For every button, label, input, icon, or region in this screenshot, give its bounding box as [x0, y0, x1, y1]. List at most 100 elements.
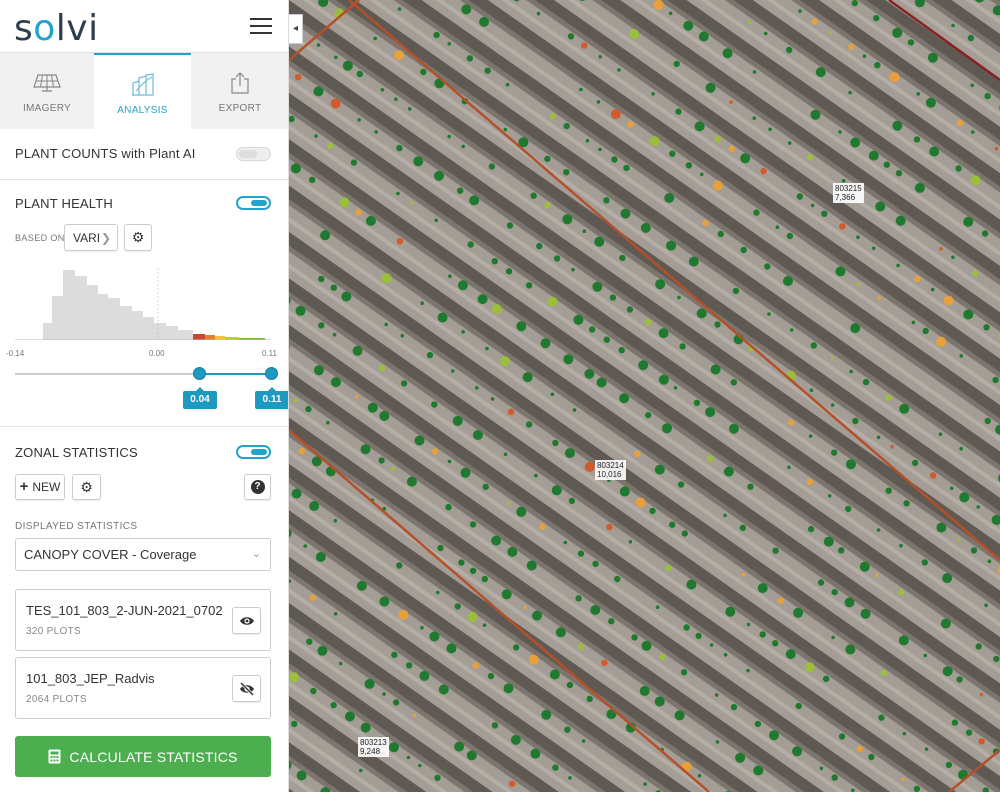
vegetation-pixel	[856, 235, 860, 239]
vegetation-pixel	[939, 247, 943, 251]
plant-counts-toggle[interactable]	[236, 147, 271, 161]
collapse-sidebar-button[interactable]: ◂	[289, 14, 303, 44]
vegetation-pixel	[398, 609, 409, 620]
vegetation-pixel	[629, 29, 640, 40]
vegetation-pixel	[725, 606, 736, 617]
index-value: VARI	[73, 230, 101, 245]
vegetation-pixel	[406, 476, 417, 487]
vegetation-pixel	[895, 170, 903, 177]
vegetation-pixel	[940, 618, 951, 629]
zone-layer-card[interactable]: TES_101_803_2-JUN-2021_0702 320 PLOTS	[15, 589, 271, 651]
vegetation-pixel	[688, 256, 699, 267]
range-slider-selection	[199, 373, 271, 375]
vegetation-pixel	[466, 750, 477, 761]
vegetation-pixel	[507, 546, 518, 557]
vegetation-pixel	[563, 354, 574, 365]
eye-slash-icon	[239, 681, 254, 696]
vegetation-pixel	[635, 497, 646, 508]
vegetation-pixel	[510, 734, 521, 745]
vegetation-pixel	[845, 644, 856, 655]
vegetation-pixel	[976, 505, 980, 509]
help-button[interactable]: ?	[244, 474, 271, 500]
vegetation-pixel	[566, 681, 574, 689]
plot-id: 803213	[360, 738, 387, 747]
vegetation-pixel	[965, 729, 973, 736]
zonal-statistics-toggle[interactable]	[236, 445, 271, 459]
vegetation-pixel	[563, 540, 568, 545]
vegetation-pixel	[838, 547, 845, 554]
plot-label[interactable]: 803213 9,248	[358, 737, 389, 757]
visibility-toggle-button[interactable]	[232, 607, 261, 634]
vegetation-pixel	[503, 127, 508, 132]
vegetation-pixel	[491, 258, 498, 265]
new-zone-button[interactable]: + NEW	[15, 474, 65, 500]
displayed-statistics-select[interactable]: CANOPY COVER - Coverage ⌄	[15, 538, 271, 571]
vegetation-pixel	[852, 417, 859, 425]
vegetation-pixel	[318, 275, 325, 283]
vegetation-pixel	[793, 607, 804, 618]
vegetation-pixel	[936, 336, 947, 347]
vegetation-pixel	[984, 417, 991, 425]
plant-health-toggle[interactable]	[236, 196, 271, 210]
vegetation-pixel	[611, 156, 618, 163]
plot-label[interactable]: 803214 10,016	[595, 460, 626, 480]
displayed-statistics-value: CANOPY COVER - Coverage	[24, 547, 197, 562]
vegetation-pixel	[681, 530, 688, 537]
vegetation-pixel	[475, 386, 479, 390]
vegetation-pixel	[638, 360, 649, 371]
vegetation-pixel	[291, 720, 298, 728]
index-selector[interactable]: VARI ❯	[64, 224, 118, 251]
vegetation-pixel	[752, 116, 756, 120]
vegetation-pixel	[914, 182, 925, 193]
tab-imagery[interactable]: IMAGERY	[0, 53, 94, 129]
vegetation-pixel	[503, 683, 514, 694]
vegetation-pixel	[804, 662, 815, 673]
axis-tick-min: -0.14	[6, 349, 25, 358]
plot-label[interactable]: 803215 7,366	[833, 183, 864, 203]
vegetation-pixel	[594, 236, 605, 247]
vegetation-pixel	[396, 191, 400, 196]
vegetation-pixel	[850, 137, 861, 148]
vegetation-pixel	[316, 43, 321, 47]
vegetation-pixel	[626, 306, 634, 313]
vegetation-pixel	[454, 603, 461, 610]
hamburger-menu-icon[interactable]	[250, 18, 272, 34]
vegetation-pixel	[447, 134, 451, 139]
vegetation-pixel	[429, 631, 440, 642]
orthomosaic-image	[289, 0, 1000, 792]
vegetation-pixel	[619, 393, 630, 404]
vegetation-pixel	[705, 82, 716, 93]
vegetation-pixel	[525, 421, 533, 428]
range-handle-high[interactable]	[265, 367, 278, 380]
vegetation-pixel	[876, 528, 881, 532]
vegetation-pixel	[955, 165, 962, 172]
vegetation-pixel	[811, 18, 819, 25]
vegetation-pixel	[434, 218, 438, 223]
health-settings-button[interactable]: ⚙	[124, 224, 152, 251]
vegetation-pixel	[431, 448, 439, 455]
vegetation-pixel	[984, 92, 991, 100]
vegetation-pixel	[914, 275, 921, 283]
vegetation-pixel	[723, 513, 727, 518]
calculate-statistics-button[interactable]: CALCULATE STATISTICS	[15, 736, 271, 777]
zonal-settings-button[interactable]: ⚙	[72, 474, 101, 500]
vegetation-pixel	[767, 312, 771, 316]
tab-export[interactable]: EXPORT	[191, 53, 288, 129]
vegetation-pixel	[714, 693, 719, 697]
map-view[interactable]: 803215 7,366 803214 10,016 803213 9,248	[289, 0, 1000, 792]
range-handle-low[interactable]	[193, 367, 206, 380]
visibility-toggle-button[interactable]	[232, 675, 261, 702]
tab-analysis[interactable]: ANALYSIS	[94, 53, 191, 129]
vegetation-pixel	[289, 672, 299, 683]
vegetation-pixel	[759, 631, 766, 638]
vegetation-pixel	[617, 68, 621, 72]
vegetation-pixel	[783, 276, 793, 286]
zone-layer-card[interactable]: 101_803_JEP_Radvis 2064 PLOTS	[15, 657, 271, 719]
vegetation-pixel	[654, 464, 665, 475]
vegetation-pixel	[365, 215, 376, 226]
vegetation-pixel	[902, 731, 907, 736]
vegetation-pixel	[360, 722, 371, 733]
vegetation-pixel	[317, 645, 328, 656]
vegetation-pixel	[949, 486, 954, 491]
zone-layer-plot-count: 2064 PLOTS	[26, 694, 87, 705]
